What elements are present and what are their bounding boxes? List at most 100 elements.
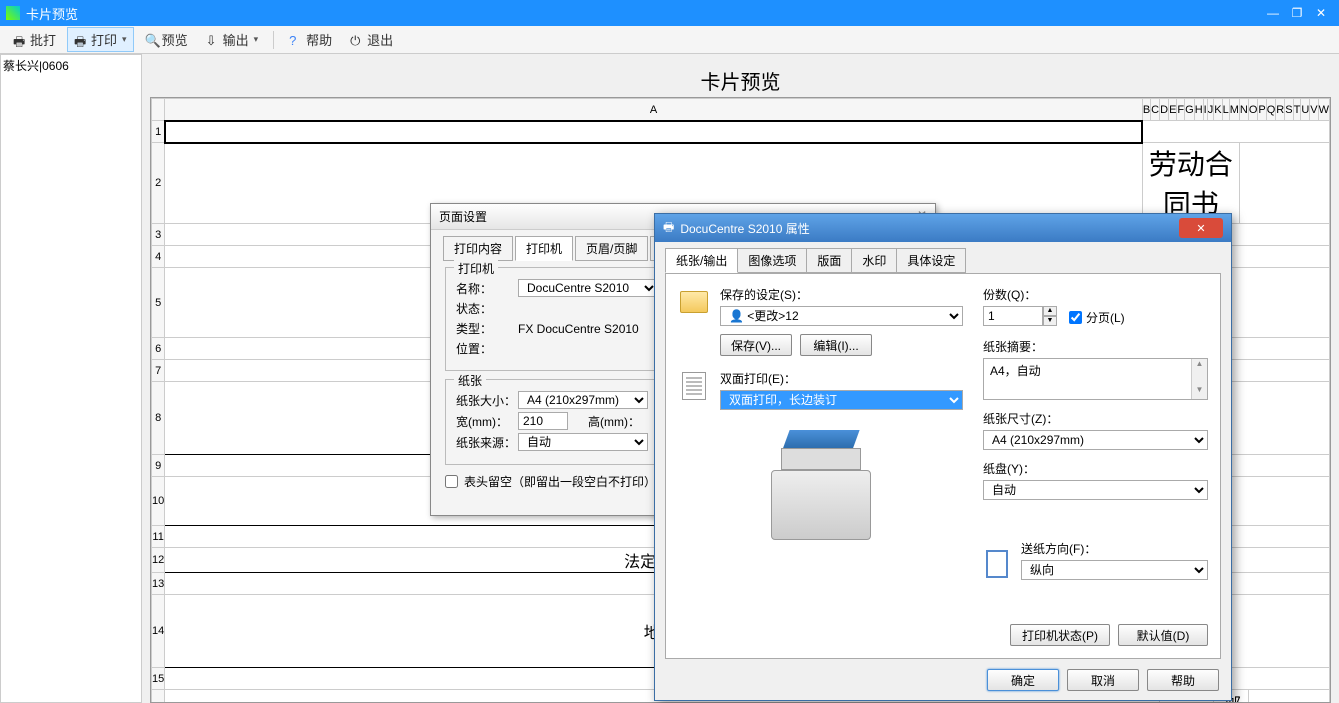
tab-layout[interactable]: 版面 bbox=[806, 248, 852, 273]
row-header[interactable]: 16 bbox=[152, 690, 165, 703]
row-header[interactable]: 2 bbox=[152, 143, 165, 224]
col-header[interactable]: S bbox=[1285, 99, 1293, 121]
printer-name-select[interactable]: DocuCentre S2010 bbox=[518, 279, 658, 297]
close-button[interactable]: ✕ bbox=[1179, 218, 1223, 238]
record-item[interactable]: 蔡长兴|0606 bbox=[3, 57, 139, 74]
row-header[interactable]: 6 bbox=[152, 338, 165, 360]
tab-watermark[interactable]: 水印 bbox=[851, 248, 897, 273]
export-button[interactable]: ⇩输出 bbox=[199, 27, 266, 52]
col-header[interactable]: A bbox=[165, 99, 1143, 121]
printer-group-legend: 打印机 bbox=[454, 260, 498, 277]
help-button[interactable]: ?帮助 bbox=[282, 27, 339, 52]
col-header[interactable]: P bbox=[1258, 99, 1266, 121]
preview-label: 预览 bbox=[162, 30, 188, 49]
row-header[interactable]: 8 bbox=[152, 382, 165, 455]
header-blank-check[interactable] bbox=[445, 475, 458, 488]
save-button[interactable]: 保存(V)... bbox=[720, 334, 792, 356]
col-header[interactable]: F bbox=[1177, 99, 1185, 121]
dialog2-tabs: 纸张/输出 图像选项 版面 水印 具体设定 bbox=[655, 242, 1231, 273]
summary-listbox[interactable]: A4，自动 ▲▼ bbox=[983, 358, 1208, 400]
paper-source-select[interactable]: 自动 bbox=[518, 433, 648, 451]
exit-button[interactable]: ⏻退出 bbox=[343, 27, 400, 52]
left-panel: 蔡长兴|0606 bbox=[0, 54, 142, 703]
cancel-button[interactable]: 取消 bbox=[1067, 669, 1139, 691]
row-header[interactable]: 14 bbox=[152, 595, 165, 668]
ok-button[interactable]: 确定 bbox=[987, 669, 1059, 691]
collate-check[interactable] bbox=[1069, 311, 1082, 324]
col-header[interactable]: Q bbox=[1266, 99, 1276, 121]
col-header[interactable]: H bbox=[1194, 99, 1203, 121]
collate-checkbox[interactable]: 分页(L) bbox=[1069, 309, 1125, 326]
tray-select[interactable]: 自动 bbox=[983, 480, 1208, 500]
col-header[interactable]: R bbox=[1276, 99, 1285, 121]
copies-label: 份数(Q)： bbox=[983, 286, 1057, 303]
col-header[interactable]: W bbox=[1318, 99, 1329, 121]
tab-detailed[interactable]: 具体设定 bbox=[896, 248, 966, 273]
row-header[interactable]: 1 bbox=[152, 121, 165, 143]
tab-print-content[interactable]: 打印内容 bbox=[443, 236, 513, 261]
col-header[interactable]: M bbox=[1229, 99, 1239, 121]
col-header[interactable]: E bbox=[1169, 99, 1177, 121]
defaults-button[interactable]: 默认值(D) bbox=[1118, 624, 1208, 646]
tab-printer[interactable]: 打印机 bbox=[515, 236, 573, 261]
col-header[interactable]: U bbox=[1301, 99, 1310, 121]
col-header[interactable]: V bbox=[1310, 99, 1318, 121]
spin-down[interactable]: ▼ bbox=[1043, 316, 1057, 326]
col-header[interactable]: T bbox=[1293, 99, 1301, 121]
edit-button[interactable]: 编辑(I)... bbox=[800, 334, 872, 356]
copies-input[interactable] bbox=[983, 306, 1043, 326]
col-header[interactable]: K bbox=[1214, 99, 1222, 121]
width-input[interactable] bbox=[518, 412, 568, 430]
cell[interactable] bbox=[165, 121, 1143, 143]
orientation-label: 送纸方向(F)： bbox=[1021, 540, 1208, 557]
batch-print-button[interactable]: 🖶批打 bbox=[6, 27, 63, 52]
tray-label: 纸盘(Y)： bbox=[983, 460, 1208, 477]
row-header[interactable]: 15 bbox=[152, 668, 165, 690]
batch-print-label: 批打 bbox=[30, 30, 56, 49]
row-header[interactable]: 13 bbox=[152, 573, 165, 595]
row-header[interactable]: 10 bbox=[152, 477, 165, 526]
papersize-select[interactable]: A4 (210x297mm) bbox=[983, 430, 1208, 450]
orientation-select[interactable]: 纵向 bbox=[1021, 560, 1208, 580]
printer-status-button[interactable]: 打印机状态(P) bbox=[1010, 624, 1110, 646]
tab-paper-output[interactable]: 纸张/输出 bbox=[665, 248, 738, 273]
saved-settings-select[interactable]: 👤 <更改>12 bbox=[720, 306, 963, 326]
height-label: 高(mm)： bbox=[588, 413, 640, 430]
col-header[interactable]: O bbox=[1248, 99, 1258, 121]
col-header[interactable]: C bbox=[1151, 99, 1160, 121]
help-button[interactable]: 帮助 bbox=[1147, 669, 1219, 691]
dialog2-body: 保存的设定(S)： 👤 <更改>12 保存(V)... 编辑(I)... 双面打… bbox=[665, 273, 1221, 659]
tab-header-footer[interactable]: 页眉/页脚 bbox=[575, 236, 648, 261]
paper-size-select[interactable]: A4 (210x297mm) bbox=[518, 391, 648, 409]
col-header[interactable]: G bbox=[1185, 99, 1195, 121]
row-header[interactable]: 5 bbox=[152, 268, 165, 338]
scroll-down[interactable]: ▼ bbox=[1192, 385, 1207, 399]
row-header[interactable]: 4 bbox=[152, 246, 165, 268]
folder-icon bbox=[678, 286, 710, 318]
name-label: 名称： bbox=[456, 280, 518, 297]
paper-group-legend: 纸张 bbox=[454, 372, 486, 389]
dialog2-title[interactable]: 🖶 DocuCentre S2010 属性 ✕ bbox=[655, 214, 1231, 242]
col-header[interactable]: B bbox=[1142, 99, 1150, 121]
status-label: 状态： bbox=[456, 300, 518, 317]
row-header[interactable]: 9 bbox=[152, 455, 165, 477]
row-header[interactable]: 3 bbox=[152, 224, 165, 246]
col-header[interactable]: D bbox=[1160, 99, 1169, 121]
maximize-button[interactable]: ❐ bbox=[1285, 4, 1309, 22]
row-header[interactable]: 12 bbox=[152, 548, 165, 573]
printer-properties-dialog: 🖶 DocuCentre S2010 属性 ✕ 纸张/输出 图像选项 版面 水印… bbox=[654, 213, 1232, 701]
scroll-up[interactable]: ▲ bbox=[1192, 359, 1207, 373]
row-header[interactable]: 11 bbox=[152, 526, 165, 548]
row-header[interactable]: 7 bbox=[152, 360, 165, 382]
spin-up[interactable]: ▲ bbox=[1043, 306, 1057, 316]
tab-image-options[interactable]: 图像选项 bbox=[737, 248, 807, 273]
col-header[interactable]: L bbox=[1222, 99, 1229, 121]
printer-icon: 🖶 bbox=[74, 33, 88, 47]
col-header[interactable]: N bbox=[1239, 99, 1248, 121]
print-button[interactable]: 🖶打印 bbox=[67, 27, 134, 52]
copies-spinner[interactable]: ▲▼ bbox=[983, 306, 1057, 326]
close-window-button[interactable]: ✕ bbox=[1309, 4, 1333, 22]
duplex-select[interactable]: 双面打印，长边装订 bbox=[720, 390, 963, 410]
preview-button[interactable]: 🔍预览 bbox=[138, 27, 195, 52]
minimize-button[interactable]: — bbox=[1261, 4, 1285, 22]
